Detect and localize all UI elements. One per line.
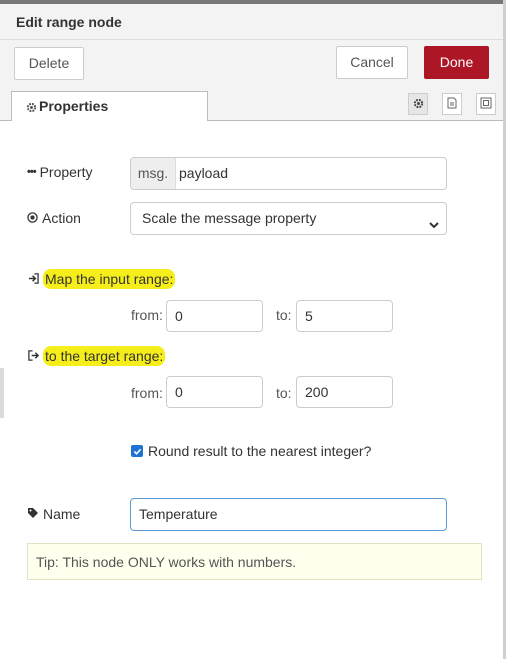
gear-icon <box>26 100 37 116</box>
name-label-row: Name <box>27 506 80 522</box>
target-range-label-row: to the target range: <box>28 346 166 366</box>
property-value: payload <box>179 165 229 181</box>
round-label: Round result to the nearest integer? <box>148 443 372 459</box>
settings-tab-button[interactable] <box>408 93 428 115</box>
action-label-row: Action <box>27 210 81 226</box>
msg-prefix[interactable]: msg. <box>131 158 176 189</box>
chevron-down-icon <box>428 211 440 242</box>
done-button[interactable]: Done <box>424 46 489 79</box>
dialog-title: Edit range node <box>16 14 122 30</box>
input-range-label-row: Map the input range: <box>28 269 176 289</box>
round-checkbox[interactable] <box>131 445 143 457</box>
action-select-value: Scale the message property <box>142 210 317 226</box>
input-to-field[interactable]: 5 <box>296 300 393 332</box>
round-option: Round result to the nearest integer? <box>131 443 371 459</box>
cancel-button[interactable]: Cancel <box>336 46 408 79</box>
sign-out-icon <box>28 348 40 364</box>
input-range-label: Map the input range: <box>43 269 176 289</box>
target-icon <box>27 210 38 226</box>
name-label: Name <box>43 506 81 522</box>
tab-properties[interactable]: Properties <box>11 91 208 121</box>
book-icon <box>447 96 457 112</box>
tag-icon <box>27 506 39 522</box>
action-label: Action <box>42 210 81 226</box>
frame-icon <box>480 96 492 112</box>
appearance-tab-button[interactable] <box>476 93 496 115</box>
tip-box: Tip: This node ONLY works with numbers. <box>27 543 482 580</box>
dialog-header: Edit range node <box>0 4 503 40</box>
action-select[interactable]: Scale the message property <box>130 202 447 235</box>
name-input[interactable]: Temperature <box>130 498 447 531</box>
ellipsis-icon: ••• <box>27 166 37 178</box>
target-from-label: from: <box>131 385 163 401</box>
target-range-label: to the target range: <box>43 346 166 366</box>
check-icon <box>133 448 141 455</box>
property-input[interactable]: msg. payload <box>130 157 447 190</box>
input-from-field[interactable]: 0 <box>166 300 263 332</box>
input-from-label: from: <box>131 307 163 323</box>
input-to-label: to: <box>276 307 292 323</box>
resize-handle[interactable] <box>0 368 4 418</box>
description-tab-button[interactable] <box>442 93 462 115</box>
tab-properties-label: Properties <box>39 98 109 114</box>
sign-in-icon <box>28 271 39 287</box>
delete-button[interactable]: Delete <box>14 47 84 80</box>
target-to-label: to: <box>276 385 292 401</box>
gear-icon <box>413 96 424 112</box>
target-from-field[interactable]: 0 <box>166 376 263 408</box>
target-to-field[interactable]: 200 <box>296 376 393 408</box>
property-label-row: ••• Property <box>27 164 92 180</box>
property-label: Property <box>39 164 93 180</box>
